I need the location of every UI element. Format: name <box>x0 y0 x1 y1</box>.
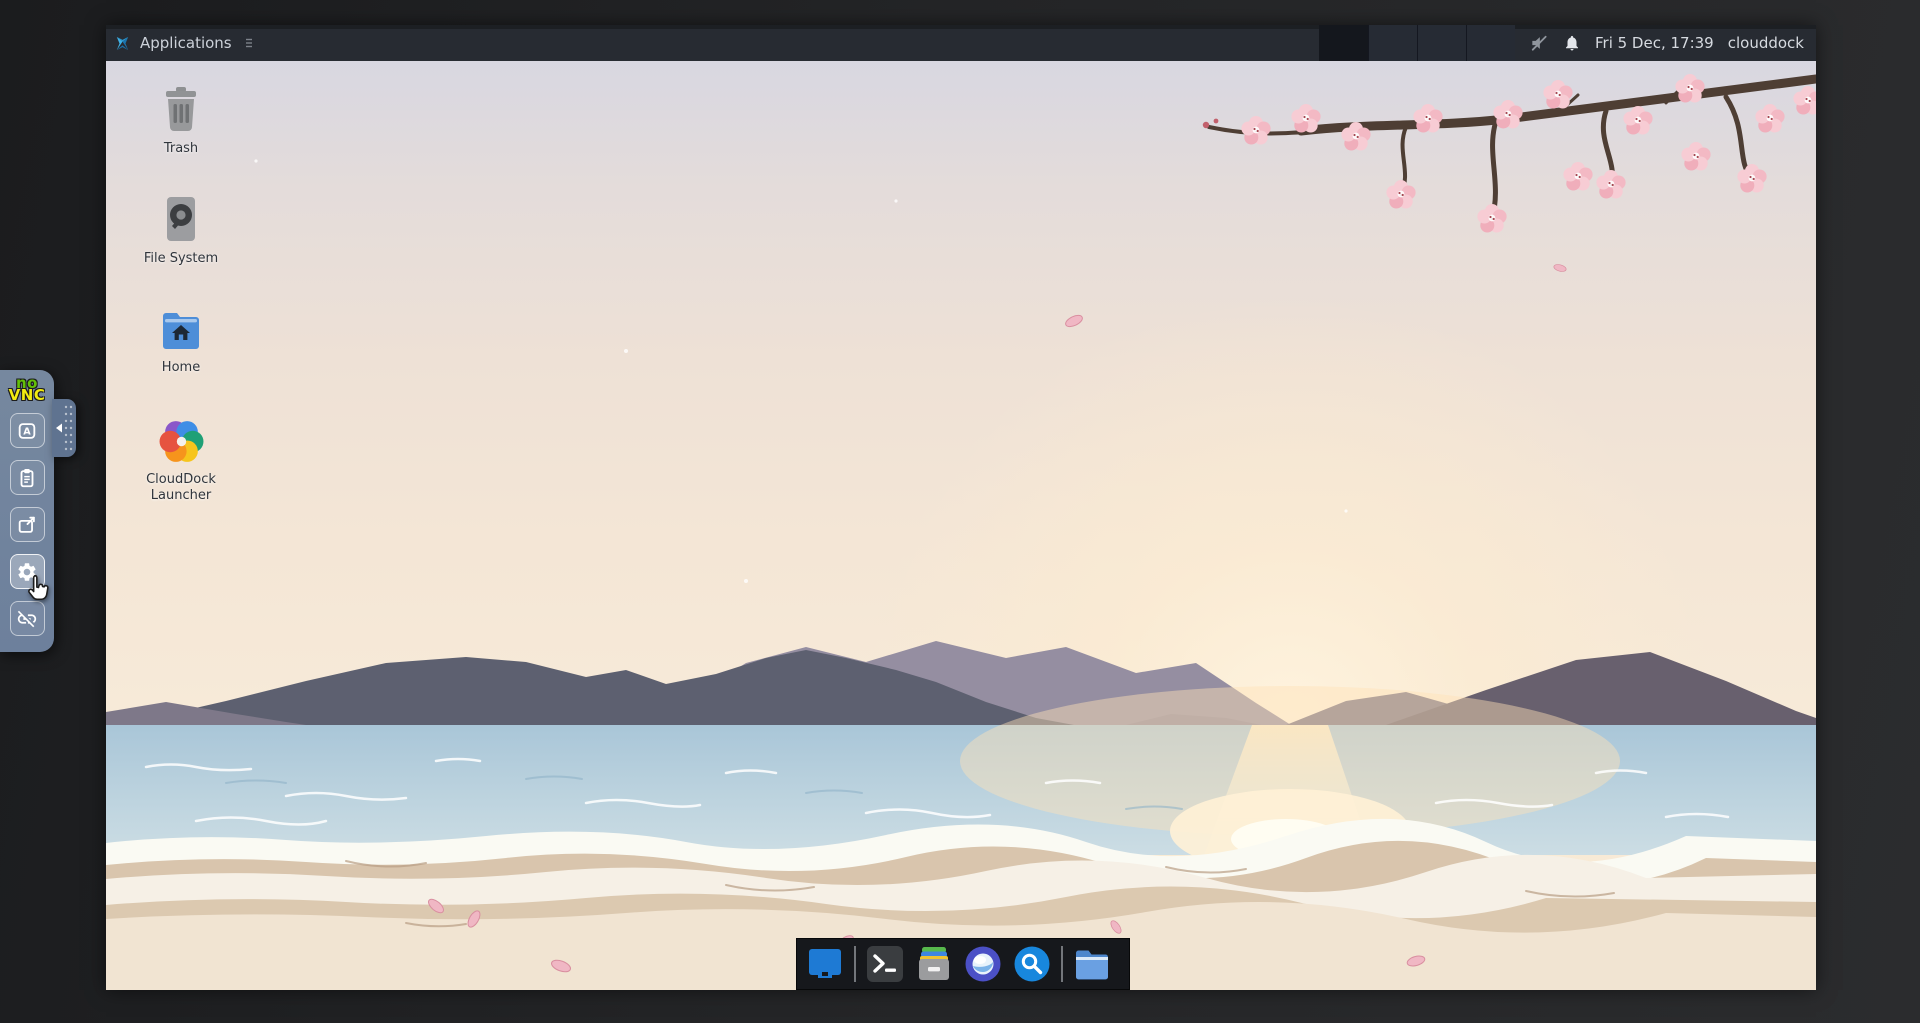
terminal-icon[interactable] <box>865 944 905 984</box>
file-archive-icon[interactable] <box>914 944 954 984</box>
taskbar-hostname: clouddock <box>1727 34 1804 52</box>
taskbar-clock[interactable]: Fri 5 Dec, 17:39 <box>1595 34 1714 52</box>
fullscreen-icon <box>18 516 35 533</box>
svg-text:A: A <box>23 426 31 437</box>
fullscreen-button[interactable] <box>9 507 45 542</box>
notification-bell-icon[interactable] <box>1563 34 1581 52</box>
web-browser-icon[interactable] <box>963 944 1003 984</box>
applications-menu-button[interactable]: Applications <box>106 25 267 61</box>
home-folder-icon <box>163 313 199 349</box>
workspace-2[interactable] <box>1367 25 1417 61</box>
dock-separator <box>1061 946 1063 982</box>
applications-pinwheel-icon <box>116 36 129 50</box>
wallpaper-scene <box>106 74 1816 990</box>
desktop-icon-label: Trash <box>163 141 199 156</box>
search-icon[interactable] <box>1012 944 1052 984</box>
disconnect-button[interactable] <box>9 601 45 636</box>
applications-menu-label: Applications <box>140 34 232 52</box>
desktop-icon-file-system[interactable]: File System <box>106 195 256 267</box>
keyboard-extra-keys-icon: A <box>18 422 36 439</box>
desktop-icon-label: CloudDock Launcher <box>146 472 216 503</box>
desktop-icon-label: Home <box>161 360 201 375</box>
settings-gear-button[interactable] <box>9 554 45 589</box>
workspace-3[interactable] <box>1416 25 1466 61</box>
show-desktop-icon[interactable] <box>805 944 845 984</box>
workspace-1[interactable] <box>1318 25 1368 61</box>
desktop-icon-home[interactable]: Home <box>106 308 256 376</box>
dock <box>796 938 1130 990</box>
filesystem-drive-icon <box>167 197 195 241</box>
clipboard-button[interactable] <box>9 460 45 495</box>
menu-lines-icon <box>245 38 252 48</box>
taskbar: Applications Fri 5 Dec, 17:39 clouddock <box>106 25 1816 61</box>
clipboard-icon <box>20 468 34 487</box>
novnc-control-bar: no VNC A <box>0 370 76 652</box>
audio-muted-icon[interactable] <box>1529 33 1549 53</box>
novnc-logo: no VNC <box>8 376 46 404</box>
handle-grip-icon <box>56 405 73 451</box>
control-bar-handle[interactable] <box>52 399 76 457</box>
desktop-icon-trash[interactable]: Trash <box>106 85 256 157</box>
dock-separator <box>854 946 856 982</box>
settings-gear-icon <box>18 562 36 581</box>
clouddock-launcher-icon <box>159 421 203 462</box>
file-manager-folder-icon[interactable] <box>1072 944 1112 984</box>
vnc-remote-screen: Applications Fri 5 Dec, 17:39 clouddock … <box>106 25 1816 990</box>
desktop-icon-clouddock-launcher[interactable]: CloudDock Launcher <box>106 418 256 504</box>
wallpaper <box>106 61 1816 990</box>
desktop-icon-label: File System <box>143 251 219 266</box>
workspace-switcher <box>1318 25 1515 61</box>
workspace-4[interactable] <box>1465 25 1515 61</box>
keyboard-extra-keys-button[interactable]: A <box>9 413 45 448</box>
trash-icon <box>166 87 196 131</box>
cherry-blossom-branch <box>1202 74 1816 233</box>
disconnect-broken-link-icon <box>17 610 37 627</box>
novnc-logo-vnc: VNC <box>8 386 46 404</box>
